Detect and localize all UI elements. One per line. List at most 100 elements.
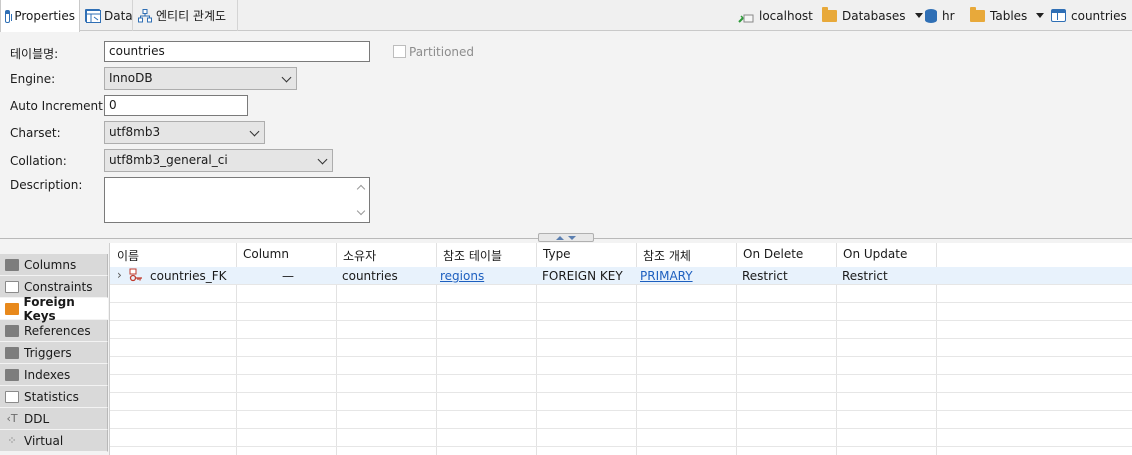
chevron-down-icon: [249, 126, 260, 137]
table-name-input[interactable]: countries: [104, 41, 370, 62]
connection-icon: [738, 9, 754, 23]
side-tab-references[interactable]: References: [0, 320, 108, 342]
auto-increment-input[interactable]: 0: [104, 95, 248, 116]
expand-chevron-icon[interactable]: ›: [117, 268, 122, 282]
tab-er-diagram[interactable]: 엔티티 관계도: [134, 0, 238, 31]
constraints-icon: [5, 280, 19, 293]
empty-row: [110, 285, 1132, 303]
empty-row: [110, 375, 1132, 393]
breadcrumb-databases[interactable]: Databases: [822, 0, 923, 31]
scroll-up-icon[interactable]: [356, 184, 366, 194]
partitioned-label: Partitioned: [409, 45, 475, 59]
side-tab-ddl[interactable]: ‹T DDL: [0, 408, 108, 430]
database-icon: [925, 8, 937, 23]
empty-row: [110, 321, 1132, 339]
breadcrumb-host[interactable]: localhost: [738, 0, 813, 31]
empty-row: [110, 303, 1132, 321]
header-ref-table[interactable]: 참조 테이블: [443, 247, 502, 264]
side-tab-label: DDL: [24, 411, 50, 426]
partitioned-checkbox[interactable]: [393, 45, 406, 58]
side-tab-virtual[interactable]: ⁘ Virtual: [0, 430, 108, 452]
chevron-down-icon: [317, 154, 328, 165]
editor-toolbar: Properties Data 엔티티 관계도 localhost Databa…: [0, 0, 1132, 32]
side-tab-label: References: [24, 323, 91, 338]
collapse-up-icon: [556, 235, 564, 240]
header-ref-object[interactable]: 참조 개체: [643, 247, 691, 264]
folder-icon: [822, 6, 837, 22]
header-name[interactable]: 이름: [117, 247, 139, 264]
table-name-label: 테이블명:: [10, 47, 59, 61]
columns-icon: [5, 258, 19, 271]
indexes-icon: [5, 368, 19, 381]
cell-ref-object-link[interactable]: PRIMARY: [640, 269, 693, 283]
engine-label: Engine:: [10, 72, 56, 86]
tab-data[interactable]: Data: [81, 0, 133, 31]
side-tab-label: Virtual: [24, 433, 64, 448]
cell-column: —: [282, 269, 294, 283]
cell-on-delete: Restrict: [742, 269, 788, 283]
side-tab-label: Statistics: [24, 389, 79, 404]
side-tab-columns[interactable]: Columns: [0, 254, 108, 276]
breadcrumb-tables-label: Tables: [990, 8, 1028, 23]
cell-type: FOREIGN KEY: [542, 269, 623, 283]
collapse-down-icon: [568, 235, 576, 240]
foreign-keys-grid[interactable]: 이름 Column 소유자 참조 테이블 Type 참조 개체 On Delet…: [109, 243, 1132, 455]
cell-ref-table-link[interactable]: regions: [440, 269, 484, 283]
empty-row: [110, 411, 1132, 429]
breadcrumb-databases-label: Databases: [842, 8, 906, 23]
ddl-icon: ‹T: [6, 411, 18, 425]
engine-select[interactable]: InnoDB: [104, 67, 297, 90]
cell-owner: countries: [342, 269, 398, 283]
charset-select[interactable]: utf8mb3: [104, 121, 265, 144]
charset-label: Charset:: [10, 126, 61, 140]
side-tab-label: Foreign Keys: [23, 294, 75, 323]
side-tab-label: Columns: [24, 257, 77, 272]
foreign-keys-icon: [5, 302, 19, 315]
tab-er-diagram-label: 엔티티 관계도: [156, 9, 227, 23]
header-on-update[interactable]: On Update: [843, 247, 907, 261]
virtual-icon: ⁘: [7, 433, 17, 447]
references-icon: [5, 324, 19, 337]
chevron-down-icon[interactable]: [1036, 13, 1045, 18]
description-label: Description:: [10, 178, 83, 192]
side-tab-statistics[interactable]: Statistics: [0, 386, 108, 408]
side-tab-label: Triggers: [24, 345, 72, 360]
breadcrumb-tables[interactable]: Tables: [970, 0, 1045, 31]
scroll-down-icon[interactable]: [356, 206, 366, 216]
description-textarea[interactable]: [104, 177, 370, 223]
header-column[interactable]: Column: [243, 247, 289, 261]
table-icon: [5, 9, 13, 23]
side-tab-indexes[interactable]: Indexes: [0, 364, 108, 386]
table-icon: [1051, 9, 1066, 22]
collation-select[interactable]: utf8mb3_general_ci: [104, 149, 333, 172]
tab-data-label: Data: [104, 8, 133, 23]
breadcrumb-table[interactable]: countries: [1051, 0, 1127, 31]
cell-on-update: Restrict: [842, 269, 888, 283]
side-tab-triggers[interactable]: Triggers: [0, 342, 108, 364]
header-on-delete[interactable]: On Delete: [743, 247, 803, 261]
tab-properties-label: Properties: [14, 9, 75, 23]
collation-value: utf8mb3_general_ci: [109, 153, 228, 167]
chevron-down-icon: [281, 72, 292, 83]
chevron-down-icon[interactable]: [914, 13, 923, 18]
detail-tabs: Columns Constraints Foreign Keys Referen…: [0, 254, 108, 452]
tab-properties[interactable]: Properties: [0, 0, 80, 32]
splitter-handle[interactable]: [538, 233, 594, 242]
er-diagram-icon: [138, 8, 152, 23]
grid-header: 이름 Column 소유자 참조 테이블 Type 참조 개체 On Delet…: [110, 243, 1132, 267]
folder-icon: [970, 6, 985, 22]
auto-increment-label: Auto Increment:: [10, 99, 107, 113]
side-tab-label: Indexes: [24, 367, 71, 382]
breadcrumb-host-label: localhost: [759, 8, 813, 23]
header-type[interactable]: Type: [543, 247, 571, 261]
empty-row: [110, 357, 1132, 375]
table-row[interactable]: › countries_FK — countries regions FOREI…: [110, 267, 1132, 285]
cell-name: countries_FK: [150, 269, 227, 283]
header-owner[interactable]: 소유자: [343, 247, 376, 264]
statistics-icon: [5, 390, 19, 403]
breadcrumb-schema[interactable]: hr: [925, 0, 955, 31]
empty-row: [110, 429, 1132, 447]
side-tab-foreign-keys[interactable]: Foreign Keys: [0, 294, 108, 323]
breadcrumb-schema-label: hr: [942, 8, 955, 23]
data-icon: [85, 9, 101, 23]
